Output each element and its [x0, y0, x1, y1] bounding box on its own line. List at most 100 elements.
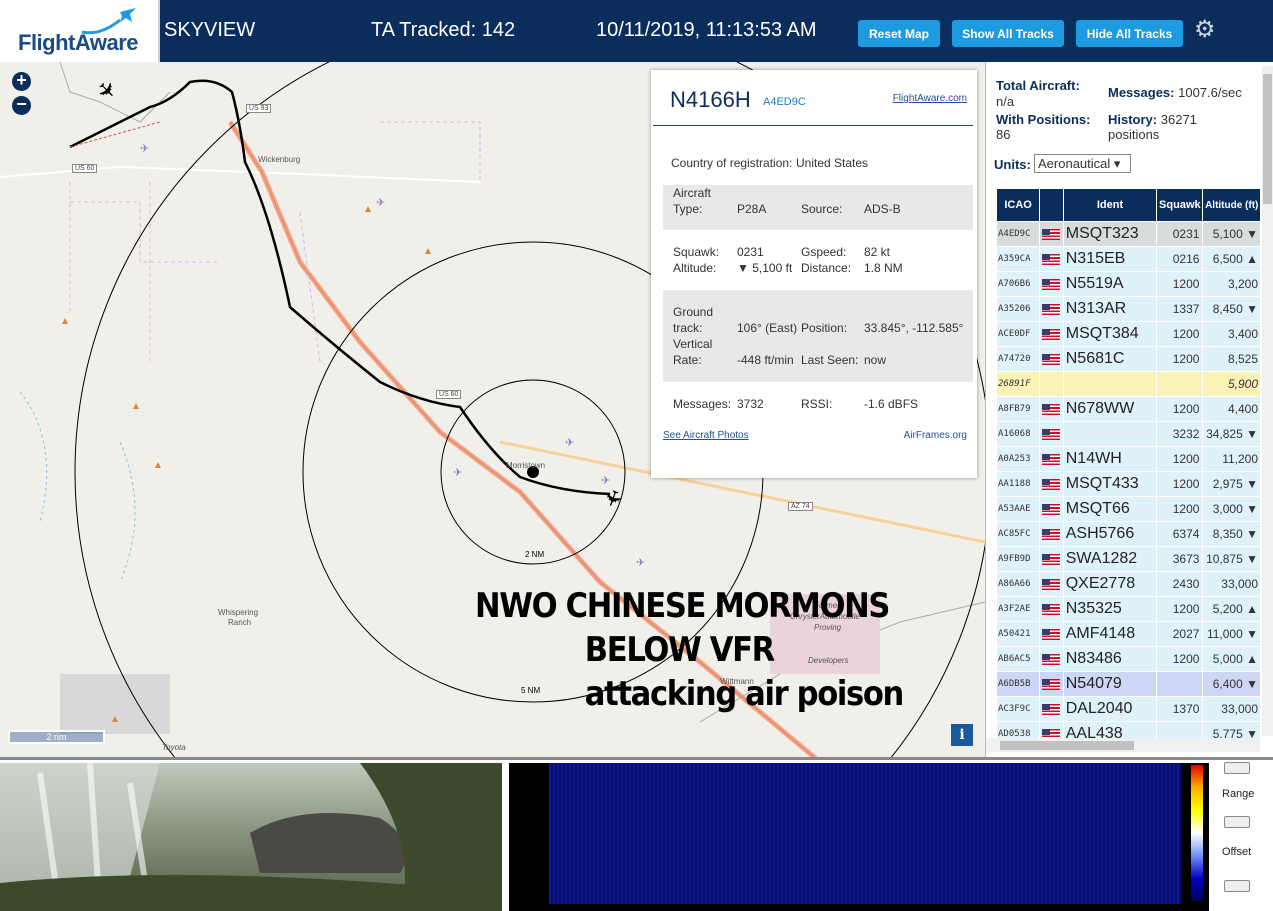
- units-select[interactable]: Aeronautical ▾: [1034, 154, 1131, 173]
- road-label-us93: US 93: [246, 104, 272, 113]
- flag-cell: [1040, 447, 1063, 471]
- offset-label: Offset: [1222, 846, 1252, 858]
- app-name: SKYVIEW: [164, 19, 256, 41]
- col-icao[interactable]: ICAO: [997, 189, 1040, 221]
- table-row[interactable]: A74720 N5681C 1200 8,525: [997, 347, 1260, 371]
- aircraft-icon[interactable]: ✈: [140, 142, 149, 155]
- range-slider[interactable]: [1224, 816, 1250, 828]
- aircraft-icon[interactable]: ✈: [453, 466, 462, 479]
- table-row[interactable]: AC3F9C DAL2040 1370 33,000: [997, 697, 1260, 721]
- flag-cell: [1040, 397, 1063, 421]
- altitude-cell: 8,450 ▼: [1203, 297, 1260, 321]
- top-slider[interactable]: [1224, 762, 1250, 774]
- table-row[interactable]: ACE0DF MSQT384 1200 3,400: [997, 322, 1260, 346]
- ident-cell: [1063, 372, 1157, 396]
- table-row[interactable]: A50421 AMF4148 2027 11,000 ▼: [997, 622, 1260, 646]
- squawk-cell: 1200: [1157, 272, 1203, 296]
- table-row[interactable]: A35206 N313AR 1337 8,450 ▼: [997, 297, 1260, 321]
- map-label-wickenburg: Wickenburg: [258, 155, 301, 164]
- flag-cell: [1040, 647, 1063, 671]
- popup-divider: [653, 125, 973, 126]
- aircraft-icon[interactable]: ✈: [601, 474, 610, 487]
- header-bar: FlightAware SKYVIEW TA Tracked: 142 10/1…: [0, 0, 1273, 62]
- col-ident[interactable]: Ident: [1063, 189, 1157, 221]
- hide-all-tracks-button[interactable]: Hide All Tracks: [1076, 20, 1183, 47]
- table-row[interactable]: 26891F 5,900: [997, 372, 1260, 396]
- gspeed-label: Gspeed:: [801, 245, 847, 259]
- altitude-value: ▼ 5,100 ft: [737, 261, 793, 275]
- table-row[interactable]: A359CA N315EB 0216 6,500 ▲: [997, 247, 1260, 271]
- table-row[interactable]: A706B6 N5519A 1200 3,200: [997, 272, 1260, 296]
- horizontal-scrollbar[interactable]: [986, 738, 1260, 752]
- history-label-text: History:: [1108, 112, 1158, 127]
- zoom-in-button[interactable]: +: [12, 71, 31, 91]
- reset-map-button[interactable]: Reset Map: [858, 20, 940, 47]
- history-value: 36271: [1160, 112, 1197, 127]
- col-altitude[interactable]: Altitude (ft): [1203, 189, 1260, 221]
- table-row[interactable]: AB6AC5 N83486 1200 5,000 ▲: [997, 647, 1260, 671]
- country-value: United States: [796, 156, 869, 170]
- squawk-cell: 0231: [1157, 222, 1203, 246]
- flag-cell: [1040, 247, 1063, 271]
- squawk-cell: 1200: [1157, 347, 1203, 371]
- flag-cell: [1040, 422, 1063, 446]
- table-row[interactable]: AA1188 MSQT433 1200 2,975 ▼: [997, 472, 1260, 496]
- vertical-scrollbar[interactable]: [1262, 66, 1273, 736]
- table-row[interactable]: A8FB79 N678WW 1200 4,400: [997, 397, 1260, 421]
- flag-cell: [1040, 697, 1063, 721]
- flag-cell: [1040, 597, 1063, 621]
- table-row[interactable]: A16068 3232 34,825 ▼: [997, 422, 1260, 446]
- info-button[interactable]: i: [951, 724, 973, 746]
- squawk-cell: 1200: [1157, 497, 1203, 521]
- ident-cell: ASH5766: [1063, 522, 1157, 546]
- table-row[interactable]: A9FB9D SWA1282 3673 10,875 ▼: [997, 547, 1260, 571]
- logo-text: FlightAware: [18, 30, 139, 55]
- table-row[interactable]: A86A66 QXE2778 2430 33,000: [997, 572, 1260, 596]
- last-seen-label: Last Seen:: [801, 353, 859, 367]
- horizontal-scroll-thumb[interactable]: [1000, 741, 1134, 750]
- aircraft-icon[interactable]: ✈: [376, 196, 385, 209]
- table-row[interactable]: A0A253 N14WH 1200 11,200: [997, 447, 1260, 471]
- zoom-out-button[interactable]: −: [12, 95, 31, 115]
- aircraft-table-body: A4ED9C MSQT323 0231 5,100 ▼ A359CA N315EB 0216…: [997, 222, 1260, 746]
- squawk-cell: 3232: [1157, 422, 1203, 446]
- us-flag-icon: [1042, 479, 1061, 491]
- altitude-cell: 3,400: [1203, 322, 1260, 346]
- us-flag-icon: [1042, 679, 1061, 691]
- aircraft-icon[interactable]: ✈: [636, 556, 645, 569]
- col-squawk[interactable]: Squawk: [1157, 189, 1203, 221]
- units-label-text: Units:: [994, 157, 1031, 172]
- icao-cell: A50421: [997, 622, 1040, 646]
- icao-cell: AB6AC5: [997, 647, 1040, 671]
- vertical-rate-label-2: Rate:: [673, 353, 702, 367]
- table-row[interactable]: A4ED9C MSQT323 0231 5,100 ▼: [997, 222, 1260, 246]
- table-row[interactable]: AC85FC ASH5766 6374 8,350 ▼: [997, 522, 1260, 546]
- gspeed-value: 82 kt: [864, 245, 891, 259]
- squawk-value: 0231: [737, 245, 764, 259]
- road-label-us60-b: US 60: [436, 390, 462, 399]
- vertical-scroll-thumb[interactable]: [1263, 74, 1272, 204]
- table-row[interactable]: A53AAE MSQT66 1200 3,000 ▼: [997, 497, 1260, 521]
- map-label-ranch: Ranch: [228, 618, 252, 627]
- show-all-tracks-button[interactable]: Show All Tracks: [952, 20, 1064, 47]
- flightaware-link[interactable]: FlightAware.com: [893, 93, 967, 104]
- altitude-cell: 10,875 ▼: [1203, 547, 1260, 571]
- flightaware-logo[interactable]: FlightAware: [0, 0, 160, 62]
- aircraft-photos-link[interactable]: See Aircraft Photos: [663, 430, 749, 441]
- altitude-cell: 8,525: [1203, 347, 1260, 371]
- us-flag-icon: [1042, 354, 1061, 366]
- flag-cell: [1040, 347, 1063, 371]
- flag-cell: [1040, 622, 1063, 646]
- squawk-cell: 0216: [1157, 247, 1203, 271]
- messages-rate-label: Messages:: [1108, 85, 1175, 100]
- airframes-link[interactable]: AirFrames.org: [904, 430, 967, 441]
- icao-cell: 26891F: [997, 372, 1040, 396]
- ident-cell: MSQT323: [1063, 222, 1157, 246]
- offset-slider[interactable]: [1224, 880, 1250, 892]
- table-row[interactable]: A6DB5B N54079 6,400 ▼: [997, 672, 1260, 696]
- col-flag[interactable]: [1040, 189, 1063, 221]
- aircraft-icon[interactable]: ✈: [565, 436, 574, 449]
- icao-cell: A359CA: [997, 247, 1040, 271]
- gear-icon[interactable]: ⚙: [1194, 18, 1216, 42]
- table-row[interactable]: A3F2AE N35325 1200 5,200 ▲: [997, 597, 1260, 621]
